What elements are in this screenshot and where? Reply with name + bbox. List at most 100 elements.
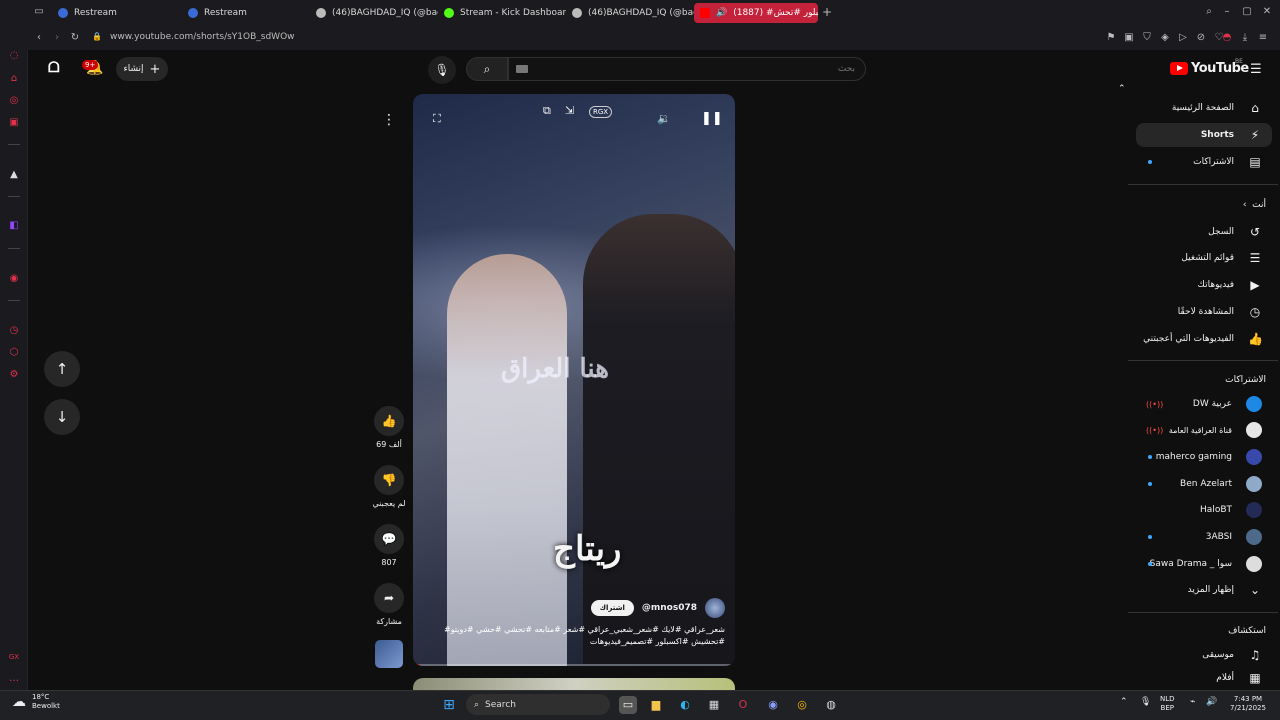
sidebar-item-shorts[interactable]: Shorts ⚡	[1136, 123, 1272, 147]
fullscreen-icon[interactable]: ⛶	[433, 112, 441, 126]
file-explorer-icon[interactable]: ▆	[647, 696, 665, 714]
progress-bar[interactable]	[413, 664, 420, 666]
bag-icon[interactable]: ⌂	[7, 72, 21, 86]
sidebar-sub-ben-azelart[interactable]: Ben Azelart	[1136, 472, 1272, 496]
sidebar-scroll-up-icon[interactable]: ⌃	[1118, 84, 1126, 94]
vpn-icon[interactable]: ◈	[1158, 32, 1172, 43]
volume-tray-icon[interactable]: 🔊	[1206, 698, 1217, 707]
comments-button[interactable]: 💬 807	[374, 524, 404, 567]
sidebar-item-watch-later[interactable]: المشاهدة لاحقًا ◷	[1136, 300, 1272, 324]
player-controls-icon[interactable]: ▷	[1176, 32, 1190, 43]
discord-icon[interactable]: ◉	[764, 696, 782, 714]
keyboard-icon[interactable]	[516, 65, 528, 73]
extensions-icon[interactable]: ⬡	[7, 346, 21, 360]
windows-start-icon[interactable]: ⊞	[440, 696, 458, 714]
create-button[interactable]: إنشاء +	[116, 57, 168, 81]
download-icon[interactable]: ⤓	[1238, 32, 1252, 43]
pause-icon[interactable]: ❚❚	[701, 111, 723, 126]
shorts-video-player[interactable]: هنا العراق ريتاج ⛶ ⧉ ⇲ RGX 🔉 ❚❚ اشتراك @…	[413, 94, 735, 666]
tab-tiktok-1[interactable]: (46)BAGHDAD_IQ (@bagh	[310, 3, 438, 23]
sidebar-sub-maherco[interactable]: maherco gaming	[1136, 445, 1272, 469]
bookmark-pin-icon[interactable]: ⚑	[1104, 32, 1118, 43]
search-input[interactable]	[508, 57, 866, 81]
history-icon[interactable]: ◷	[7, 324, 21, 338]
subscribe-button[interactable]: اشتراك	[590, 600, 634, 616]
clock[interactable]: 7:43 PM 7/21/2025	[1228, 695, 1268, 713]
share-button[interactable]: ➦ مشاركة	[374, 583, 404, 626]
gx-icon[interactable]: GX	[7, 650, 21, 664]
like-button[interactable]: 👍 69 ألف	[374, 406, 404, 449]
channel-name[interactable]: @mnos078	[642, 603, 697, 613]
video-description[interactable]: #شعر_عراقي #لايك #شعر_شعبي_عراقي #شعر #م…	[423, 624, 725, 648]
tray-overflow-icon[interactable]: ⌃	[1120, 698, 1128, 707]
twitch-icon[interactable]: ◧	[7, 219, 21, 233]
menu-icon[interactable]: ≡	[1256, 32, 1270, 43]
chrome-icon[interactable]: ◎	[793, 696, 811, 714]
tab-tiktok-2[interactable]: (46)BAGHDAD_IQ (@bagh	[566, 3, 694, 23]
maximize-icon[interactable]: ▢	[1240, 6, 1254, 17]
obs-icon[interactable]: ◍	[822, 696, 840, 714]
sidebar-item-liked-videos[interactable]: الفيديوهات التي أعجبتني 👍	[1136, 327, 1272, 351]
sidebar-item-history[interactable]: السجل ↺	[1136, 220, 1272, 244]
search-tabs-icon[interactable]: ⌕	[1202, 6, 1216, 17]
mic-icon[interactable]: 🎙	[428, 56, 456, 84]
aria-icon[interactable]: ◌	[7, 49, 21, 63]
sound-thumbnail[interactable]	[375, 640, 403, 668]
sidebar-item-playlists[interactable]: قوائم التشغيل ☰	[1136, 246, 1272, 270]
shield-icon[interactable]: ⛉	[1140, 32, 1154, 43]
settings-icon[interactable]: ⚙	[7, 368, 21, 382]
tab-restream-1[interactable]: Restream	[52, 3, 180, 23]
dislike-button[interactable]: 👎 لم يعجبني	[369, 465, 409, 508]
wallet-icon[interactable]: ▣	[7, 116, 21, 130]
network-icon[interactable]: ⌁	[1190, 698, 1195, 707]
sidebar-sub-iraqia[interactable]: ((•)) قناة العراقية العامة	[1136, 418, 1272, 442]
next-short-preview[interactable]	[413, 678, 735, 690]
sidebar-sub-halobt[interactable]: HaloBT	[1136, 498, 1272, 522]
weather-widget[interactable]: ☁ 18°C Bewolkt	[12, 693, 60, 711]
tab-restream-2[interactable]: Restream	[182, 3, 310, 23]
minimize-icon[interactable]: –	[1220, 6, 1234, 17]
tab-kick[interactable]: Stream - Kick Dashboard	[438, 3, 566, 23]
profile-icon[interactable]: ◓	[1220, 32, 1234, 43]
sidebar-item-your-videos[interactable]: فيديوهاتك ▶	[1136, 273, 1272, 297]
url-field[interactable]: www.youtube.com/shorts/sY1OB_sdWOw	[110, 32, 295, 42]
edge-icon[interactable]: ◐	[676, 696, 694, 714]
speaker-icon[interactable]: 🔊	[716, 8, 727, 18]
new-tab-button[interactable]: +	[820, 5, 834, 19]
opera-gx-icon[interactable]: O	[734, 696, 752, 714]
workspace-icon[interactable]: ▭	[32, 6, 46, 17]
forward-icon[interactable]: ›	[50, 32, 64, 43]
task-view-icon[interactable]: ▭	[619, 696, 637, 714]
messenger-icon[interactable]: ◎	[7, 94, 21, 108]
snapshot-icon[interactable]: ▣	[1122, 32, 1136, 43]
extension-badge[interactable]: RGX	[589, 106, 613, 118]
previous-short-button[interactable]: ↑	[44, 351, 80, 387]
player-icon[interactable]: ◉	[7, 272, 21, 286]
next-short-button[interactable]: ↓	[44, 399, 80, 435]
sidebar-item-home[interactable]: الصفحة الرئيسية ⌂	[1136, 96, 1272, 120]
sidebar-item-movies[interactable]: أفلام ▦	[1136, 668, 1272, 688]
taskbar-search[interactable]: ⌕ Search	[466, 694, 610, 715]
sidebar-you-header[interactable]: ‹ أنت	[1140, 200, 1266, 210]
progress-track[interactable]	[413, 664, 735, 666]
microphone-tray-icon[interactable]: 🎙	[1140, 698, 1151, 707]
channel-avatar[interactable]	[705, 598, 725, 618]
sidebar-item-music[interactable]: موسيقى ♫	[1136, 643, 1272, 667]
more-options-button[interactable]: ⋮	[376, 107, 402, 133]
search-button[interactable]: ⌕	[466, 57, 508, 81]
sidebar-show-more[interactable]: إظهار المزيد ⌄	[1136, 578, 1272, 602]
adblock-icon[interactable]: ⊘	[1194, 32, 1208, 43]
sidebar-sub-sawa-drama[interactable]: Sawa Drama _ سوا	[1136, 552, 1272, 576]
guide-menu-icon[interactable]: ☰	[1250, 62, 1262, 77]
back-icon[interactable]: ‹	[32, 32, 46, 43]
account-avatar[interactable]: ᗝ	[48, 60, 70, 78]
store-icon[interactable]: ▦	[705, 696, 723, 714]
reload-icon[interactable]: ↻	[68, 32, 82, 43]
sidebar-sub-dw[interactable]: ((•)) DW عربية	[1136, 392, 1272, 416]
close-window-icon[interactable]: ✕	[1260, 6, 1274, 17]
tiktok-icon[interactable]: ▲	[7, 168, 21, 182]
language-indicator[interactable]: NLD BEP	[1160, 695, 1175, 713]
pip-icon[interactable]: ⧉	[543, 104, 551, 118]
sidebar-sub-3absi[interactable]: 3ABSI	[1136, 525, 1272, 549]
sidebar-item-subscriptions[interactable]: الاشتراكات ▤	[1136, 150, 1272, 174]
